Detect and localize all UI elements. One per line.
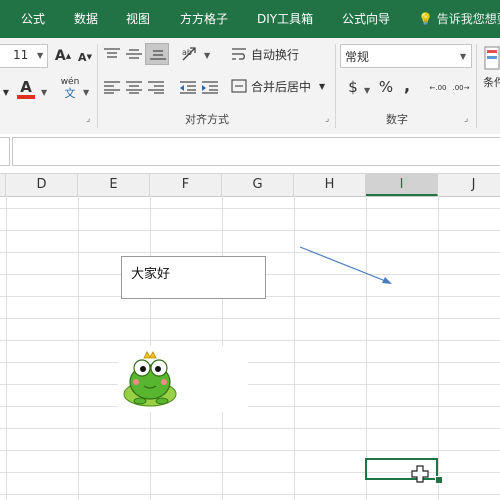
frog-picture[interactable] — [118, 346, 248, 412]
percent-button[interactable]: % — [377, 76, 395, 98]
name-box[interactable] — [0, 137, 10, 166]
chevron-down-icon[interactable]: ▼ — [41, 88, 47, 97]
divider — [97, 44, 98, 128]
middle-align-icon[interactable] — [125, 47, 143, 61]
divider — [335, 44, 336, 128]
align-left-icon[interactable] — [103, 80, 121, 94]
column-header-e[interactable]: E — [78, 174, 150, 196]
font-size-value: 11 — [13, 48, 29, 62]
tell-me-box[interactable]: 💡 告诉我您想要 — [418, 0, 500, 38]
merge-center-button[interactable]: 合并后居中 ▼ — [231, 76, 327, 96]
conditional-formatting-icon[interactable] — [484, 46, 500, 70]
chevron-down-icon[interactable]: ▼ — [204, 51, 210, 60]
bottom-align-icon — [150, 50, 166, 60]
comma-button[interactable]: , — [400, 74, 414, 96]
number-format-select[interactable]: 常规 ▼ — [340, 44, 472, 68]
shrink-font-icon: A — [78, 50, 87, 64]
wrap-text-label: 自动换行 — [251, 47, 300, 62]
frog-icon — [123, 351, 177, 407]
cross-cursor-icon — [411, 465, 429, 483]
number-format-value: 常规 — [345, 50, 370, 64]
tab-fangfang[interactable]: 方方格子 — [180, 0, 228, 38]
font-color-icon: A — [20, 77, 32, 96]
fill-color-dropdown[interactable]: ▼ — [0, 82, 12, 102]
increase-decimal-icon: ←.00 — [429, 84, 447, 92]
dialog-launcher-icon[interactable]: ⌟ — [86, 114, 90, 124]
tab-data[interactable]: 数据 — [74, 0, 98, 38]
column-header-h[interactable]: H — [294, 174, 366, 196]
chevron-down-icon: ▼ — [37, 51, 44, 60]
merge-center-label: 合并后居中 — [251, 79, 312, 94]
increase-decimal-button[interactable]: ←.00 — [428, 78, 448, 98]
grow-font-button[interactable]: A ▲ — [55, 46, 71, 66]
column-header-j[interactable]: J — [438, 174, 500, 196]
text-box-shape[interactable]: 大家好 — [121, 256, 266, 299]
fill-handle[interactable] — [435, 476, 443, 484]
tab-formulas[interactable]: 公式 — [21, 0, 45, 38]
svg-text:ab: ab — [182, 48, 192, 57]
wrap-text-icon — [232, 48, 246, 60]
column-header-f[interactable]: F — [150, 174, 222, 196]
percent-icon: % — [378, 78, 394, 96]
column-header-g[interactable]: G — [222, 174, 294, 196]
tab-diy-toolbox[interactable]: DIY工具箱 — [257, 0, 313, 38]
decrease-indent-icon[interactable] — [179, 80, 197, 94]
grow-font-icon: A — [54, 48, 66, 64]
wrap-text-button[interactable]: 自动换行 — [231, 44, 311, 64]
number-group-label: 数字 — [386, 113, 408, 126]
currency-button[interactable]: $ — [345, 76, 361, 98]
orientation-icon[interactable]: ab — [180, 45, 202, 63]
chevron-down-icon: ▼ — [319, 81, 326, 91]
phonetic-bottom: 文 — [64, 87, 76, 100]
align-center-icon[interactable] — [125, 80, 143, 94]
lightbulb-icon: 💡 — [418, 12, 433, 26]
align-right-icon[interactable] — [147, 80, 165, 94]
tell-me-text: 告诉我您想要 — [436, 12, 500, 26]
ribbon-body: 11 ▼ A ▲ A ▼ ▼ A ▼ wén 文 ▼ ⌟ ab ▼ 自动换行 合并后… — [0, 38, 500, 135]
chevron-down-icon[interactable]: ▼ — [83, 88, 89, 97]
formula-input[interactable] — [12, 137, 500, 166]
cell-grid[interactable] — [0, 196, 500, 500]
chevron-down-icon: ▼ — [460, 52, 467, 61]
conditional-formatting-label[interactable]: 条件 — [483, 74, 500, 90]
phonetic-button[interactable]: wén 文 — [58, 76, 82, 100]
increase-indent-icon[interactable] — [201, 80, 219, 94]
dialog-launcher-icon[interactable]: ⌟ — [464, 114, 468, 124]
decrease-decimal-button[interactable]: .00→ — [451, 78, 471, 98]
text-box-text[interactable]: 大家好 — [131, 263, 170, 282]
alignment-group-label: 对齐方式 — [185, 113, 229, 126]
column-header-i[interactable]: I — [366, 174, 438, 196]
shrink-font-button[interactable]: A ▼ — [77, 48, 93, 66]
divider — [476, 44, 477, 128]
comma-icon: , — [403, 75, 411, 95]
column-header-d[interactable]: D — [6, 174, 78, 196]
currency-icon: $ — [348, 78, 358, 96]
merge-center-icon — [231, 79, 247, 93]
tab-view[interactable]: 视图 — [126, 0, 150, 38]
column-header-row: D E F G H I J — [0, 173, 500, 197]
ribbon-tab-bar: 公式 数据 视图 方方格子 DIY工具箱 公式向导 💡 告诉我您想要 — [0, 0, 500, 38]
tab-formula-wizard[interactable]: 公式向导 — [342, 0, 390, 38]
arrow-shape[interactable] — [296, 243, 396, 287]
font-color-button[interactable]: A — [15, 78, 37, 100]
decrease-decimal-icon: .00→ — [452, 84, 470, 92]
font-size-box[interactable]: 11 ▼ — [0, 44, 48, 68]
dialog-launcher-icon[interactable]: ⌟ — [325, 114, 329, 124]
top-align-icon[interactable] — [103, 47, 121, 61]
chevron-down-icon[interactable]: ▼ — [364, 86, 370, 95]
bottom-align-button[interactable] — [145, 43, 169, 65]
font-color-swatch — [17, 94, 35, 99]
